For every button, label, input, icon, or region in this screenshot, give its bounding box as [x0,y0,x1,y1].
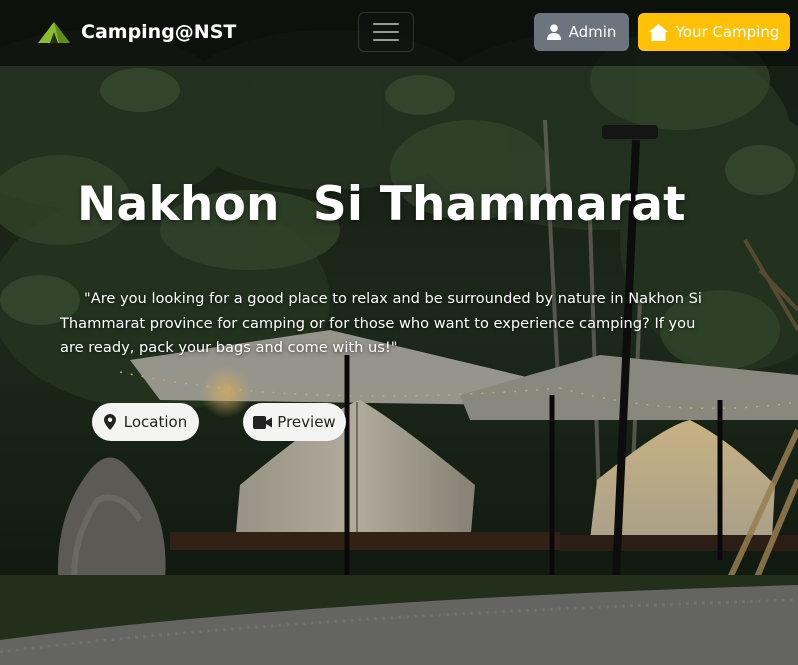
admin-button[interactable]: Admin [534,13,629,51]
navbar-toggle-button[interactable] [358,12,414,52]
tent-icon [38,22,70,43]
location-button-label: Location [123,413,188,431]
hamburger-menu-icon [373,23,399,41]
your-camping-button-label: Your Camping [675,23,780,41]
map-pin-icon [103,414,116,430]
top-navbar: Camping@NST Admin Your Camping [0,0,798,66]
preview-button-label: Preview [277,413,336,431]
location-button[interactable]: Location [92,403,199,441]
user-icon [546,24,561,40]
hero-description: "Are you looking for a good place to rel… [60,290,702,356]
brand-link[interactable]: Camping@NST [37,15,236,49]
admin-button-label: Admin [568,23,617,41]
your-camping-button[interactable]: Your Camping [638,13,790,51]
preview-button[interactable]: Preview [243,403,346,441]
home-icon [648,23,668,41]
video-camera-icon [253,415,273,429]
brand-name: Camping@NST [81,21,237,43]
hero-title: Nakhon Si Thammarat [77,177,686,232]
